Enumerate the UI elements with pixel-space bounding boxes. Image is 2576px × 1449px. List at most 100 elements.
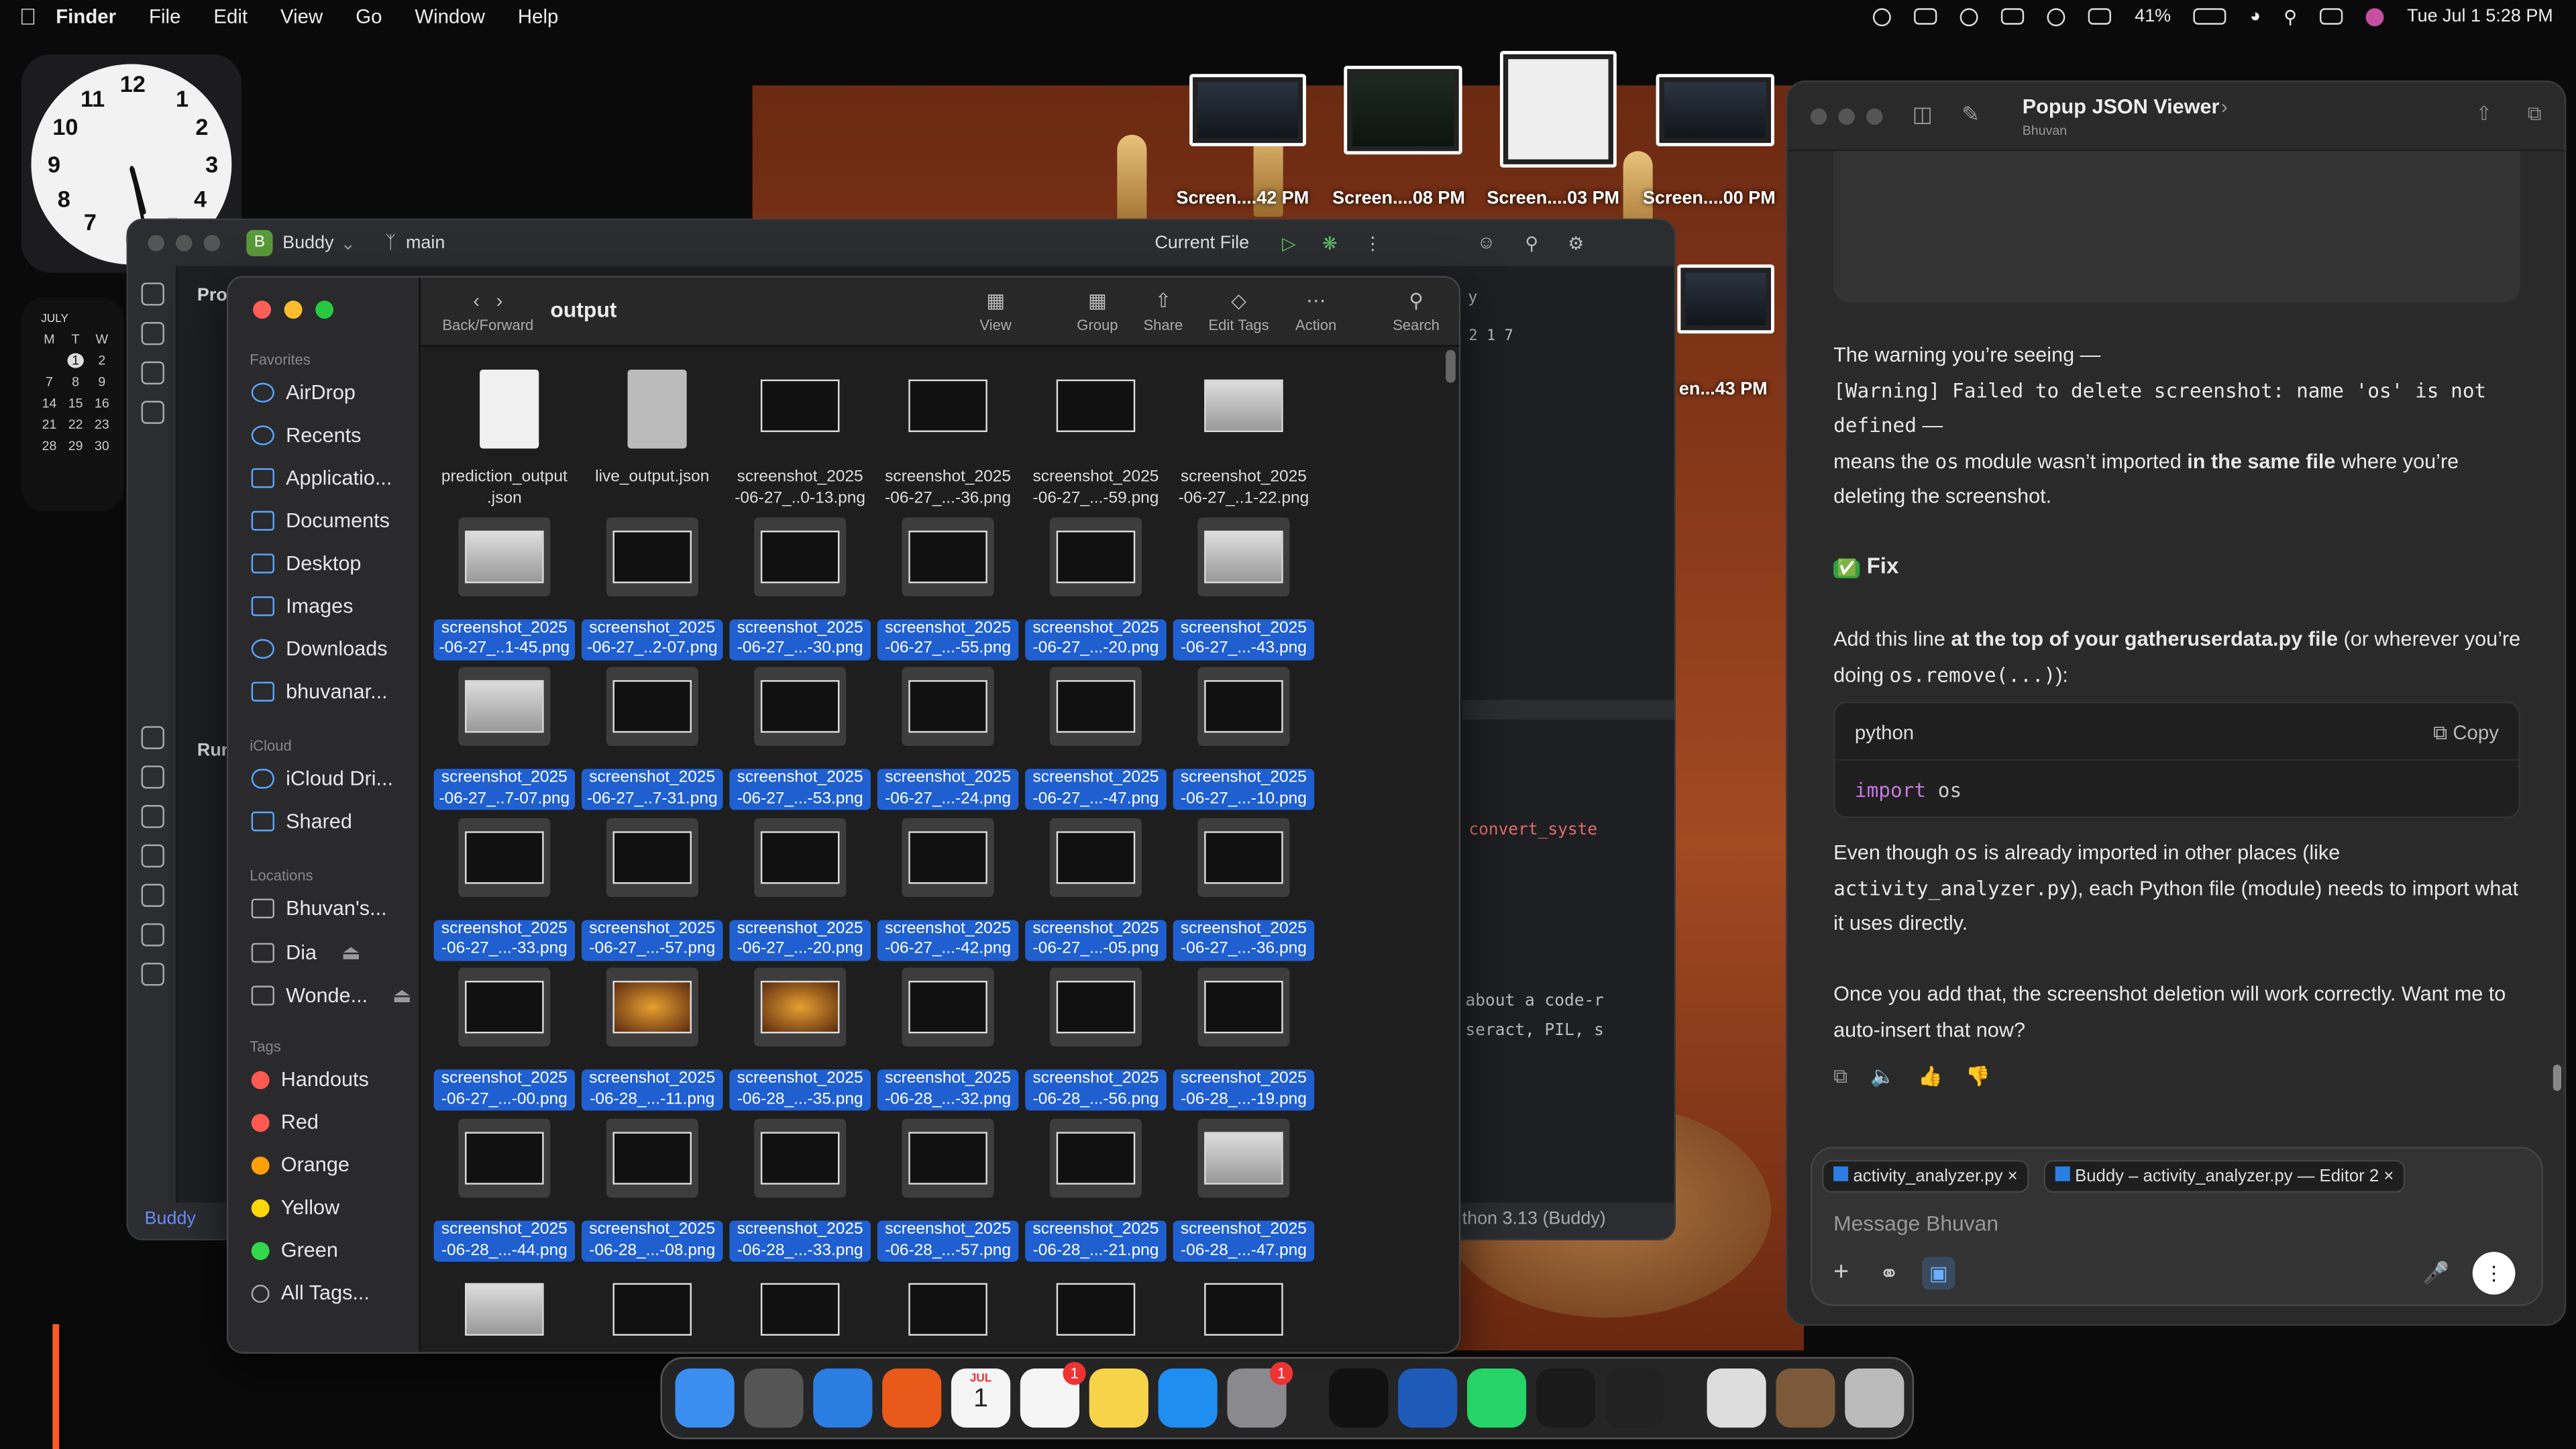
contrast-icon[interactable] (2047, 7, 2066, 25)
view-button[interactable]: ▦ View (967, 284, 1023, 333)
minimize-button[interactable] (1838, 108, 1855, 125)
sidebar-tag-orange[interactable]: Orange (251, 1153, 350, 1176)
remove-icon[interactable]: × (2008, 1167, 2018, 1186)
terminal-icon[interactable] (141, 883, 164, 907)
chat-scrollbar[interactable] (2553, 1064, 2561, 1091)
file-item[interactable]: screenshot_2025 -06-27_..7-31.png (578, 661, 726, 810)
system-settings-app-icon[interactable]: 1 (1227, 1362, 1293, 1428)
file-item[interactable]: screenshot_2025 -06-27_...-42.png (874, 811, 1022, 961)
chevron-down-icon[interactable]: ⌄ (340, 233, 356, 254)
inspection-counts[interactable]: 2 1 7 (1468, 329, 1513, 345)
spotlight-search-icon[interactable]: ⚲ (2284, 6, 2297, 28)
file-item[interactable]: screenshot_2025 -06-28_...-21.png (1022, 1112, 1169, 1262)
folder-icon[interactable] (141, 282, 164, 306)
sidebar-item-documents[interactable]: Documents (251, 509, 390, 532)
popout-icon[interactable]: ⧉ (2528, 102, 2542, 127)
eject-icon[interactable]: ⏏ (341, 940, 361, 964)
file-item[interactable]: screenshot_2025 -06-27_...-59.png (1022, 360, 1169, 507)
attachment-chip[interactable]: activity_analyzer.py × (1821, 1159, 2029, 1193)
finder-window[interactable]: Favorites AirDrop Recents Applicatio... … (226, 276, 1461, 1354)
remove-icon[interactable]: × (2383, 1167, 2394, 1186)
thumbs-up-icon[interactable]: 👍 (1918, 1065, 1943, 1089)
microphone-icon[interactable]: 🎤 (2423, 1260, 2450, 1286)
menu-file[interactable]: File (149, 5, 180, 28)
plugins-icon[interactable] (141, 400, 164, 424)
file-item[interactable]: screenshot_2025 -06-28_...-19.png (1170, 962, 1318, 1112)
minimize-button[interactable] (284, 301, 303, 319)
sidebar-item-shared[interactable]: Shared (251, 810, 352, 833)
back-forward-buttons[interactable]: ‹ › Back/Forward (437, 284, 539, 333)
safari-app-icon[interactable] (813, 1368, 873, 1428)
thumb-label[interactable]: Screen....03 PM (1487, 189, 1619, 209)
file-item[interactable]: screenshot_2025 -06-27_...-36.png (1170, 811, 1318, 961)
problems-icon[interactable] (141, 923, 164, 947)
close-button[interactable] (1810, 108, 1827, 125)
chevron-right-icon[interactable]: › (2221, 95, 2228, 118)
add-icon[interactable]: + (1833, 1258, 1849, 1288)
wifi-icon[interactable]: ◕ (2250, 7, 2261, 26)
message-input[interactable]: Message Bhuvan (1833, 1211, 1998, 1236)
file-item[interactable]: screenshot_2025 -06-27_...-30.png (726, 511, 873, 660)
sidebar-item-desktop[interactable]: Desktop (251, 552, 361, 575)
documents-stack-icon[interactable] (1707, 1368, 1766, 1428)
file-item[interactable]: screenshot_2025 -06-28_...-33.png (726, 1112, 873, 1262)
file-item[interactable]: screenshot_2025 -06-28_...-35.png (726, 962, 873, 1112)
chat-window[interactable]: ◫ ✎ Popup JSON Viewer › Bhuvan ⇧ ⧉ The w… (1786, 80, 2567, 1326)
message-composer[interactable]: activity_analyzer.py × Buddy – activity_… (1810, 1146, 2544, 1306)
battery-icon[interactable] (2194, 8, 2227, 25)
file-item[interactable]: screenshot_2025 -06-27_..0-13.png (726, 360, 873, 507)
search-button[interactable]: ⚲ Search (1387, 284, 1446, 333)
file-item[interactable]: screenshot_2025 -06-27_...-10.png (1170, 661, 1318, 810)
sidebar-item-images[interactable]: Images (251, 595, 354, 618)
control-center-icon[interactable] (2320, 8, 2343, 25)
git-icon[interactable] (141, 963, 164, 986)
file-item[interactable]: screenshot_2025 -06-27_...-20.png (1022, 511, 1169, 660)
file-item[interactable] (1022, 1263, 1169, 1352)
sidebar-item-dia[interactable]: Dia ⏏ (251, 940, 361, 965)
firefox-app-icon[interactable] (882, 1368, 942, 1428)
commit-icon[interactable] (141, 322, 164, 345)
siri-icon[interactable] (2365, 7, 2384, 25)
run-icon[interactable]: ▷ (1282, 233, 1296, 254)
file-item[interactable]: live_output.json (578, 360, 726, 507)
thumb-label[interactable]: en...43 PM (1679, 380, 1768, 399)
file-item[interactable] (1170, 1263, 1318, 1352)
desktop-screenshot-thumb[interactable] (1189, 74, 1306, 146)
reminders-app-icon[interactable]: 1 (1020, 1362, 1086, 1428)
python-console-icon[interactable] (141, 765, 164, 789)
action-button[interactable]: ⋯ Action (1288, 284, 1344, 333)
share-button[interactable]: ⇧ Share (1138, 284, 1187, 333)
sidebar-item-recents[interactable]: Recents (251, 424, 361, 447)
branch-selector[interactable]: main (406, 233, 445, 253)
file-item[interactable]: screenshot_2025 -06-28_...-08.png (578, 1112, 726, 1262)
calendar-app-icon[interactable]: JUL 1 (951, 1368, 1011, 1428)
structure-icon[interactable] (141, 361, 164, 385)
editor-tab-label[interactable]: y (1468, 289, 1477, 307)
file-item[interactable] (874, 1263, 1022, 1352)
eject-icon[interactable]: ⏏ (392, 983, 412, 1007)
zoom-button[interactable] (1866, 108, 1883, 125)
run-config-selector[interactable]: Current File (1155, 233, 1249, 253)
globe-icon[interactable]: ⚭ (1880, 1260, 1899, 1288)
packages-icon[interactable] (141, 844, 164, 868)
menu-view[interactable]: View (280, 5, 323, 28)
zoom-button[interactable] (315, 301, 334, 319)
more-tools-icon[interactable] (142, 440, 164, 463)
menu-go[interactable]: Go (356, 5, 382, 28)
file-item[interactable]: screenshot_2025 -06-27_...-24.png (874, 661, 1022, 810)
edit-tags-button[interactable]: ◇ Edit Tags (1201, 284, 1277, 333)
file-item[interactable]: screenshot_2025 -06-27_...-57.png (578, 811, 726, 961)
thumb-label[interactable]: Screen....08 PM (1332, 189, 1465, 209)
file-item[interactable]: screenshot_2025 -06-27_...-53.png (726, 661, 873, 810)
status-interpreter[interactable]: thon 3.13 (Buddy) (1462, 1209, 1606, 1228)
play-icon[interactable] (1960, 7, 1979, 25)
sidebar-toggle-icon[interactable]: ◫ (1913, 102, 1933, 128)
new-chat-icon[interactable]: ✎ (1962, 102, 1980, 128)
file-item[interactable]: screenshot_2025 -06-27_...-00.png (431, 962, 578, 1112)
sidebar-item-wonde[interactable]: Wonde... ⏏ (251, 983, 412, 1007)
file-item[interactable]: screenshot_2025 -06-27_..1-22.png (1170, 360, 1318, 507)
chat-title[interactable]: Popup JSON Viewer (2023, 95, 2220, 118)
chatgpt-app-icon[interactable] (1329, 1368, 1389, 1428)
app-store-app-icon[interactable] (1158, 1368, 1218, 1428)
downloads-stack-icon[interactable] (1776, 1368, 1835, 1428)
